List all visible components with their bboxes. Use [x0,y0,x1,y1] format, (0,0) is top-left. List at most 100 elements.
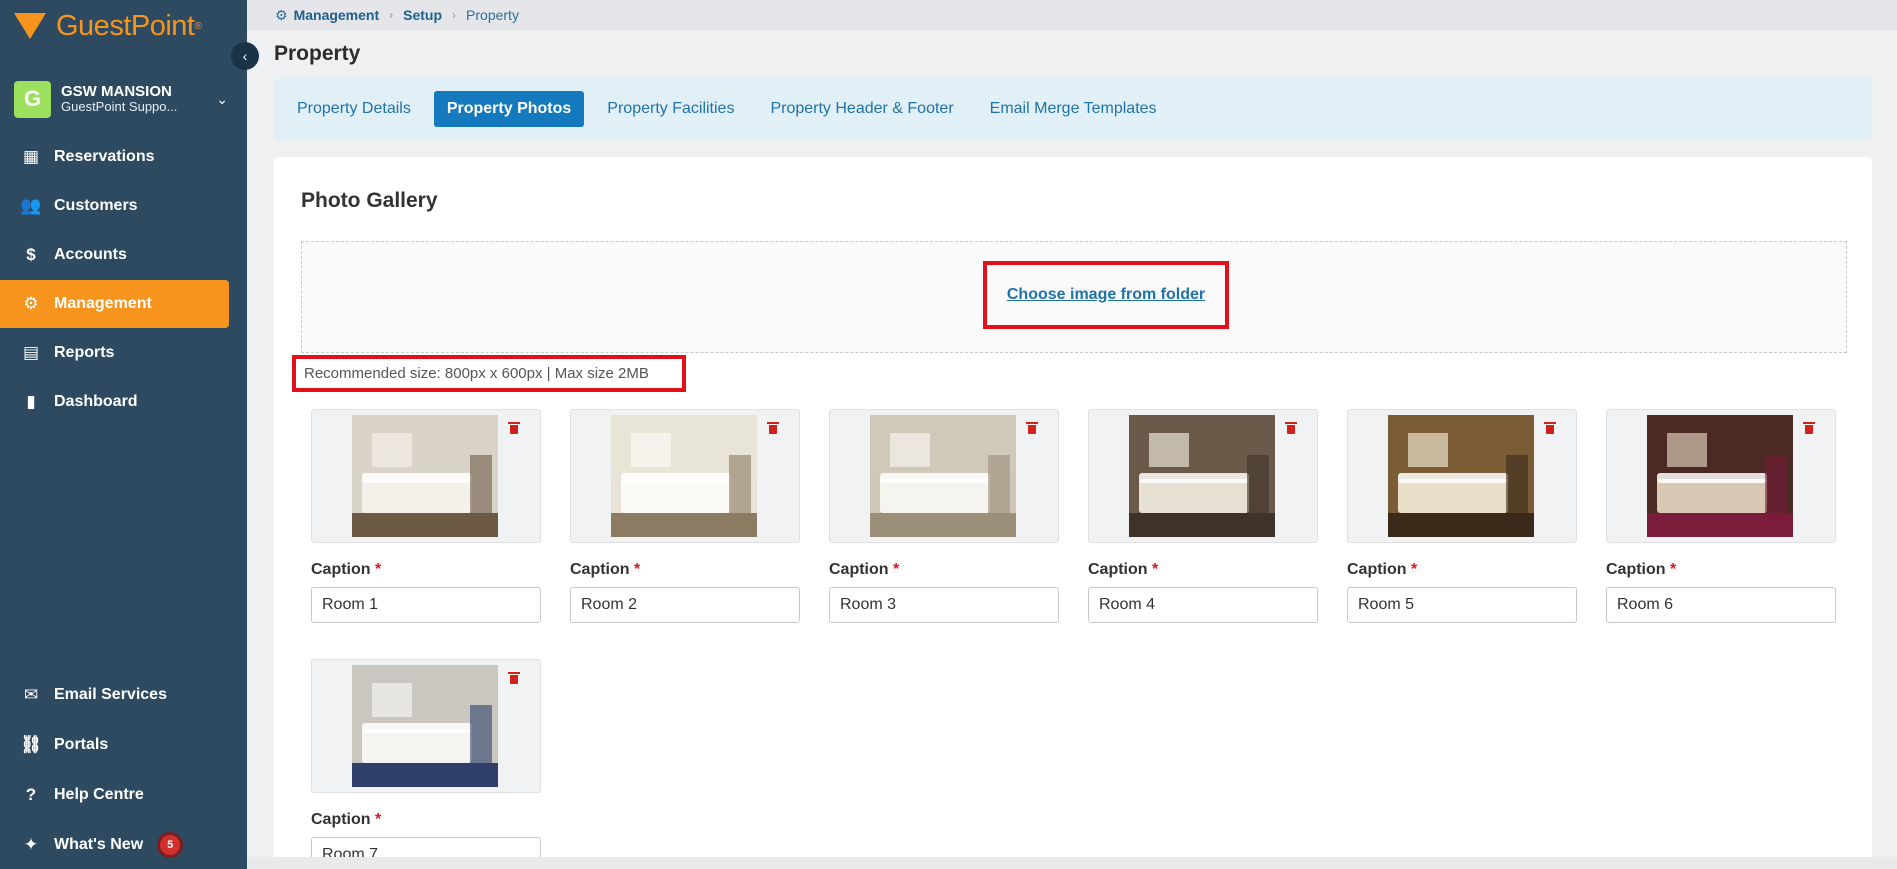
logo-reg-mark: ® [194,20,202,32]
room-photo [1647,415,1793,537]
chart-icon: ▮ [26,392,36,411]
sparkle-icon: ✦ [23,834,39,854]
link-icon: ⛓ [20,734,42,754]
sidebar: GuestPoint ® G GSW MANSION GuestPoint Su… [0,0,247,869]
user-gear-icon: ⚙ [23,294,39,313]
photo-item: Caption * [311,409,541,623]
room-photo-image [1129,415,1275,537]
dollar-icon: $ [26,245,36,264]
recommended-size-text: Recommended size: 800px x 600px | Max si… [304,365,649,382]
logo-text: GuestPoint [56,9,195,42]
caption-input[interactable] [311,587,541,623]
room-photo [352,665,498,787]
room-photo [611,415,757,537]
sidebar-item-reports[interactable]: ▤ Reports [0,329,229,377]
tab-property-details[interactable]: Property Details [284,91,424,127]
logo-triangle-icon [14,13,46,39]
sidebar-item-label: Dashboard [54,393,138,410]
caption-label: Caption * [1347,561,1418,578]
tab-email-merge-templates[interactable]: Email Merge Templates [977,91,1170,127]
photo-frame [829,409,1059,543]
caption-input[interactable] [1606,587,1836,623]
report-icon: ▤ [22,343,40,362]
photo-item: Caption * [311,659,541,869]
tab-property-header-footer[interactable]: Property Header & Footer [757,91,966,127]
sidebar-item-accounts[interactable]: $ Accounts [0,231,229,279]
photo-item: Caption * [1347,409,1577,623]
caption-input[interactable] [570,587,800,623]
sidebar-item-label: Help Centre [54,785,144,803]
chevron-right-icon: › [389,8,394,22]
calendar-icon: ▦ [22,147,40,166]
caption-input[interactable] [1347,587,1577,623]
sidebar-item-whats-new[interactable]: ✦ What's New 5 [0,820,229,869]
caption-input[interactable] [829,587,1059,623]
delete-photo-icon[interactable] [767,422,779,434]
room-photo [870,415,1016,537]
sidebar-item-label: Reservations [54,148,155,165]
chevron-left-icon: ‹ [242,48,248,64]
sidebar-item-reservations[interactable]: ▦ Reservations [0,133,229,181]
photo-item: Caption * [1088,409,1318,623]
tab-property-photos[interactable]: Property Photos [433,91,585,127]
room-photo-image [870,415,1016,537]
photo-frame [1347,409,1577,543]
sidebar-item-label: Customers [54,197,138,214]
delete-photo-icon[interactable] [508,672,520,684]
breadcrumb-setup[interactable]: Setup [403,7,442,23]
page-title: Property [274,42,361,65]
breadcrumb: ⚙ Management › Setup › Property [247,0,1897,30]
bottom-bar [247,857,1897,869]
help-icon: ? [25,784,37,804]
account-switcher[interactable]: G GSW MANSION GuestPoint Suppo... ⌄ [14,78,234,120]
guestpoint-logo[interactable]: GuestPoint ® [14,8,202,44]
room-photo [1388,415,1534,537]
photo-gallery-title: Photo Gallery [301,189,438,212]
sidebar-item-label: Email Services [54,685,167,703]
account-name: GSW MANSION [61,82,172,100]
choose-image-link[interactable]: Choose image from folder [1007,286,1205,304]
photo-frame [311,409,541,543]
room-photo-image [352,665,498,787]
account-avatar: G [14,80,51,118]
photo-frame [311,659,541,793]
room-photo [352,415,498,537]
sidebar-item-label: Management [54,295,152,312]
delete-photo-icon[interactable] [1544,422,1556,434]
caption-label: Caption * [570,561,641,578]
photo-gallery-card: Photo Gallery Choose image from folder R… [274,157,1872,869]
caption-label: Caption * [1606,561,1677,578]
breadcrumb-property: Property [466,7,519,23]
delete-photo-icon[interactable] [1803,422,1815,434]
delete-photo-icon[interactable] [1026,422,1038,434]
sidebar-item-dashboard[interactable]: ▮ Dashboard [0,378,229,426]
chevron-right-icon: › [452,8,457,22]
caption-label: Caption * [311,561,382,578]
email-icon: ✉ [23,684,39,704]
delete-photo-icon[interactable] [1285,422,1297,434]
caption-label: Caption * [1088,561,1159,578]
recommended-size-note: Recommended size: 800px x 600px | Max si… [292,355,686,392]
caption-label: Caption * [829,561,900,578]
sidebar-nav: ▦ Reservations 👥 Customers $ Accounts ⚙ … [0,133,247,427]
sidebar-collapse-button[interactable]: ‹ [231,42,259,70]
sidebar-item-management[interactable]: ⚙ Management [0,280,229,328]
sidebar-item-portals[interactable]: ⛓ Portals [0,720,229,769]
photo-item: Caption * [570,409,800,623]
sidebar-item-email-services[interactable]: ✉ Email Services [0,670,229,719]
image-dropzone[interactable]: Choose image from folder [301,241,1847,353]
photo-item: Caption * [829,409,1059,623]
delete-photo-icon[interactable] [508,422,520,434]
room-photo-image [352,415,498,537]
room-photo [1129,415,1275,537]
tab-property-facilities[interactable]: Property Facilities [594,91,747,127]
property-tabs: Property Details Property Photos Propert… [274,78,1872,140]
photo-frame [570,409,800,543]
sidebar-item-customers[interactable]: 👥 Customers [0,182,229,230]
breadcrumb-management[interactable]: Management [294,7,380,23]
sidebar-item-help-centre[interactable]: ? Help Centre [0,770,229,819]
caption-label: Caption * [311,811,382,828]
sidebar-item-label: Accounts [54,246,127,263]
caption-input[interactable] [1088,587,1318,623]
sidebar-bottom-nav: ✉ Email Services ⛓ Portals ? Help Centre… [0,670,247,869]
